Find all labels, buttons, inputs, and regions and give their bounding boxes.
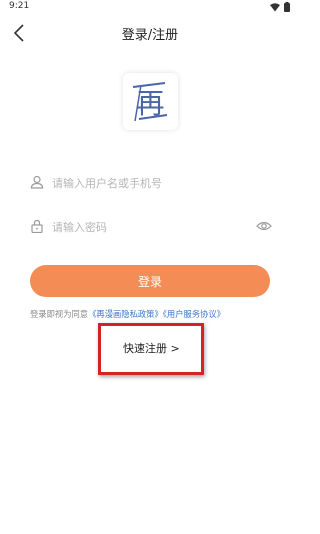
quick-register-link[interactable]: 快速注册 > [123,340,180,356]
username-input[interactable] [52,172,242,194]
privacy-policy-link[interactable]: 《再漫画隐私政策》 [88,309,163,319]
nav-bar: 登录/注册 [0,18,300,48]
agreement-prefix: 登录即视为同意 [30,309,89,319]
service-agreement-link[interactable]: 《用户服务协议》 [163,309,225,319]
login-button[interactable]: 登录 [30,265,270,297]
status-time: 9:21 [9,1,30,11]
wifi-icon [270,2,280,11]
logo-text: 再 [136,86,165,120]
eye-icon[interactable] [256,219,272,233]
page-title: 登录/注册 [121,28,179,43]
app-logo: 再 [123,73,178,130]
username-field [30,168,272,198]
password-field [30,212,272,242]
password-input[interactable] [52,216,242,238]
battery-icon [284,2,290,12]
user-icon [30,175,44,189]
lock-icon [31,219,43,233]
agreement-text: 登录即视为同意《再漫画隐私政策》《用户服务协议》 [30,308,280,320]
status-bar: 9:21 [0,0,300,14]
status-icons [270,2,290,12]
